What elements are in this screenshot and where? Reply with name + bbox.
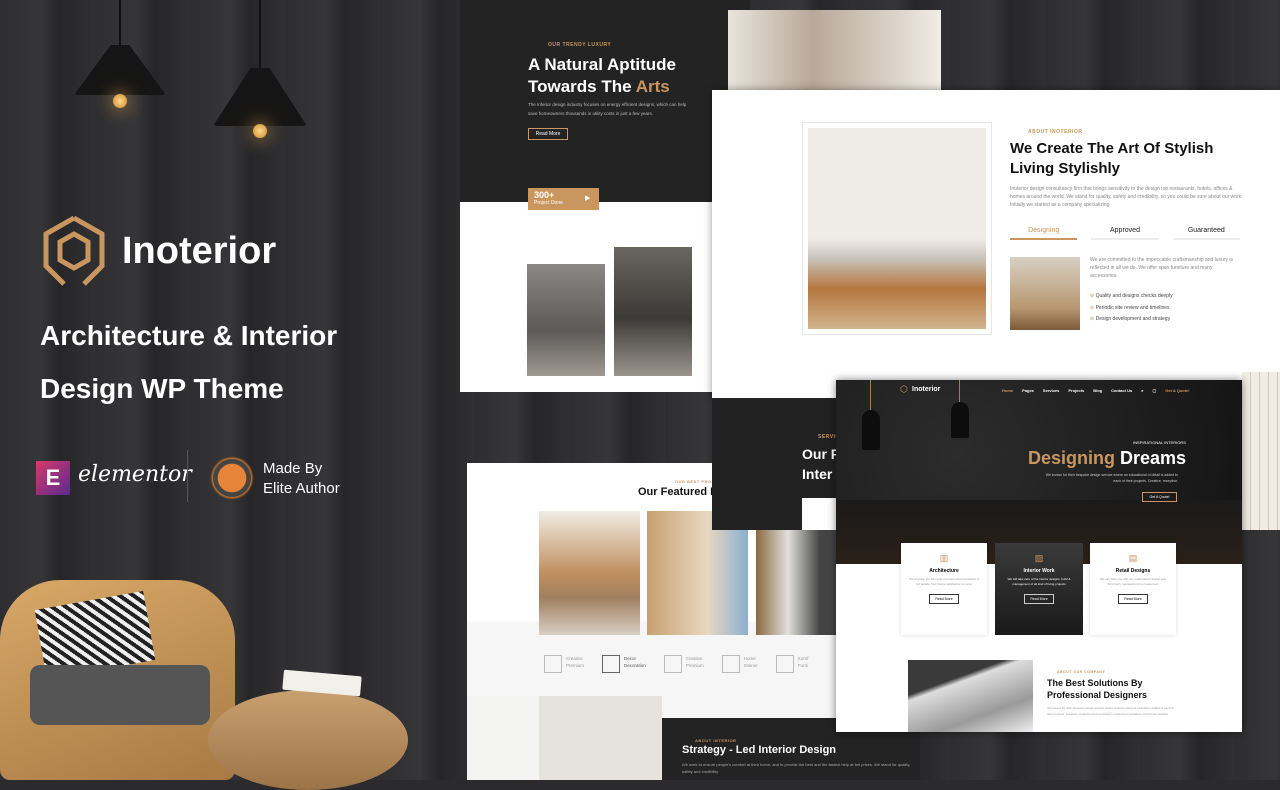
elite-author-badge-icon: [210, 456, 254, 500]
ottoman: [208, 690, 408, 790]
partner-icon: [544, 655, 562, 673]
inoterior-logo-icon: [43, 215, 105, 286]
sofa-image: [808, 128, 986, 329]
check-item: ⊘ Design development and strategy: [1090, 316, 1171, 322]
about-image-frame: [802, 122, 992, 335]
brand-name: Inoterior: [122, 230, 277, 272]
project-image: [756, 530, 836, 635]
read-more-button[interactable]: Read More: [528, 128, 568, 140]
partner-logo: Home Interior: [721, 655, 758, 673]
map-room-image: [467, 696, 662, 780]
hero-eyebrow: OUR TRENDY LUXURY: [548, 42, 612, 48]
partner-icon: [721, 655, 740, 673]
partner-icon: [663, 655, 682, 673]
lamp-cord: [259, 0, 261, 68]
about-eyebrow: ABOUT INOTERIOR: [1028, 129, 1083, 135]
about-title: We Create The Art Of Stylish Living Styli…: [1010, 140, 1214, 177]
elementor-wordmark: elementor: [78, 462, 192, 487]
living-room-image: [614, 247, 692, 376]
divider: [187, 450, 188, 502]
seat-cushion: [30, 665, 210, 725]
tab-approved[interactable]: Approved: [1091, 227, 1159, 240]
strategy-eyebrow: ABOUT INTERIOR: [695, 738, 737, 743]
partner-logos: Creative Premium Decor Decoration Creative…: [544, 655, 836, 673]
hero-paragraph: The Inferior design industry focuses on …: [528, 102, 687, 116]
featured-title: Our Featured P: [638, 486, 718, 498]
hero-title: A Natural Aptitude Towards The Arts: [528, 55, 676, 96]
partner-logo: Komf Furni: [775, 655, 808, 673]
strategy-title: Strategy - Led Interior Design: [682, 744, 837, 756]
check-item: ⊘ Quality and designs checks deeply: [1090, 293, 1173, 299]
tab-guaranteed[interactable]: Guaranteed: [1172, 227, 1240, 240]
partner-icon: [602, 655, 621, 673]
tagline-line1: Architecture & Interior: [40, 320, 338, 351]
project-image: [539, 511, 640, 635]
partner-logo: Creative Premium: [663, 655, 704, 673]
elementor-icon: E: [36, 461, 70, 495]
check-item: ⊘ Periodic site review and timelines: [1090, 304, 1170, 311]
partner-logo: Creative Premium: [544, 655, 584, 673]
home-panel: [836, 380, 1242, 732]
about-tabs: Designing Approved Guaranteed: [1010, 227, 1240, 240]
partner-icon: [775, 655, 794, 673]
about-panel: [712, 90, 1280, 398]
play-icon[interactable]: ▶: [585, 194, 590, 202]
bulb-icon: [113, 94, 127, 108]
room-image: [728, 10, 941, 92]
living-room-image: [527, 264, 605, 376]
service-card: [802, 498, 836, 530]
about-paragraph: Inoterior design consultancy firm that b…: [1010, 186, 1243, 208]
made-by-text: Made By Elite Author: [263, 460, 340, 497]
tagline-line2: Design WP Theme: [40, 373, 284, 404]
strategy-paragraph: We work to ensure people's comfort at th…: [682, 762, 911, 774]
tab-designing[interactable]: Designing: [1010, 227, 1078, 240]
grid-wall-image: [1242, 372, 1280, 530]
bulb-icon: [253, 124, 267, 138]
tab-text: We are committed to the impeccable craft…: [1090, 257, 1234, 279]
partner-logo: Decor Decoration: [602, 655, 646, 673]
tab-image: [1010, 257, 1080, 330]
checklist: ⊘ Quality and designs checks deeply ⊘ Pe…: [1090, 291, 1173, 326]
services-title: Our F Inter: [802, 446, 840, 482]
lamp-cord: [119, 0, 121, 45]
